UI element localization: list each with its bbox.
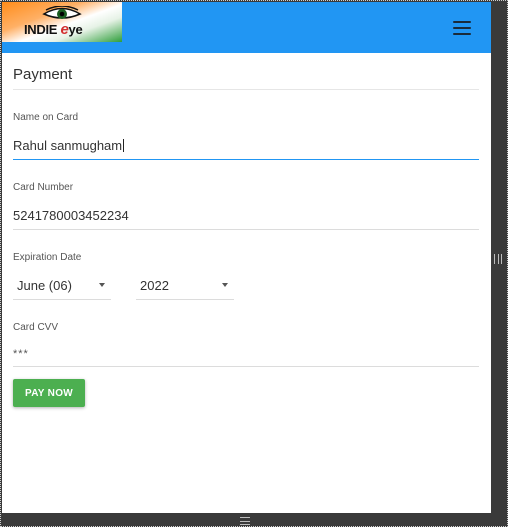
dropdown-arrow-icon bbox=[99, 283, 105, 287]
top-navbar: INDIE eye bbox=[2, 2, 491, 53]
text-caret bbox=[123, 139, 125, 152]
pay-now-button[interactable]: PAY NOW bbox=[13, 379, 85, 407]
brand-logo-text: INDIE eye bbox=[24, 21, 83, 38]
name-on-card-field: Name on Card Rahul sanmugham bbox=[13, 112, 479, 160]
expiration-month-select[interactable]: June (06) bbox=[13, 278, 111, 300]
horizontal-resize-handle-icon[interactable] bbox=[240, 517, 250, 525]
hamburger-menu-icon[interactable] bbox=[453, 21, 471, 35]
card-number-label: Card Number bbox=[13, 182, 74, 193]
brand-logo[interactable]: INDIE eye bbox=[2, 2, 122, 42]
vertical-resize-handle-icon[interactable] bbox=[494, 254, 502, 264]
name-on-card-label: Name on Card bbox=[13, 112, 79, 123]
eye-icon bbox=[42, 6, 82, 19]
app-window: INDIE eye Payment Name on Card Rahul san… bbox=[2, 2, 491, 513]
expiration-date-field: Expiration Date June (06) 2022 bbox=[13, 252, 479, 300]
card-cvv-input[interactable]: *** bbox=[13, 348, 479, 367]
card-cvv-label: Card CVV bbox=[13, 322, 59, 333]
page-title: Payment bbox=[13, 53, 479, 90]
payment-form: Payment Name on Card Rahul sanmugham Car… bbox=[2, 53, 491, 407]
card-number-input[interactable]: 5241780003452234 bbox=[13, 208, 479, 230]
dropdown-arrow-icon bbox=[222, 283, 228, 287]
card-cvv-field: Card CVV *** bbox=[13, 322, 479, 367]
name-on-card-input[interactable]: Rahul sanmugham bbox=[13, 138, 479, 160]
expiration-date-label: Expiration Date bbox=[13, 252, 82, 263]
expiration-year-select[interactable]: 2022 bbox=[136, 278, 234, 300]
card-number-field: Card Number 5241780003452234 bbox=[13, 182, 479, 230]
